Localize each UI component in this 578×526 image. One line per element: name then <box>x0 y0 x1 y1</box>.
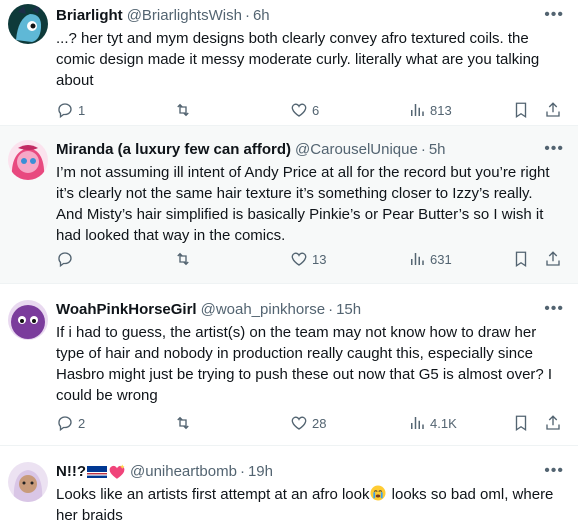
like-button[interactable]: 28 <box>290 414 326 432</box>
more-icon[interactable]: ••• <box>544 300 564 318</box>
view-count: 813 <box>430 102 452 118</box>
tweet-text: ...? her tyt and mym designs both clearl… <box>56 30 540 89</box>
tweet-uniheartbomb[interactable]: N!!? @uniheartbomb · 19h ••• Looks like … <box>0 446 578 525</box>
crying-face-icon <box>370 485 386 501</box>
timestamp[interactable]: 5h <box>429 140 446 160</box>
tweet-woahpinkhorsegirl[interactable]: WoahPinkHorseGirl @woah_pinkhorse · 15h … <box>0 284 578 446</box>
like-button[interactable]: 6 <box>290 101 319 119</box>
timestamp[interactable]: 15h <box>336 300 361 320</box>
share-button[interactable] <box>544 101 562 119</box>
author-name[interactable]: Miranda (a luxury few can afford) <box>56 140 291 160</box>
reply-icon <box>58 252 72 268</box>
sparkling-heart-icon <box>109 464 125 479</box>
reply-button[interactable]: 1 <box>56 101 85 119</box>
avatar[interactable] <box>8 140 48 180</box>
view-count: 4.1K <box>430 415 457 431</box>
retweet-icon <box>177 103 189 117</box>
bookmark-icon <box>515 251 527 268</box>
bookmark-button[interactable] <box>512 414 530 432</box>
author-handle[interactable]: @uniheartbomb <box>130 462 237 482</box>
views-icon <box>411 417 424 429</box>
reply-button[interactable]: 2 <box>56 414 85 432</box>
author-handle[interactable]: @BriarlightsWish <box>127 6 242 26</box>
separator-dot: · <box>244 7 250 24</box>
reply-icon <box>58 416 72 432</box>
separator-dot: · <box>239 463 245 480</box>
separator-dot: · <box>328 301 334 318</box>
tweet-text: Looks like an artists first attempt at a… <box>56 484 562 526</box>
tweet-text-part: Looks like an artists first attempt at a… <box>56 486 370 503</box>
author-handle[interactable]: @CarouselUnique <box>295 140 418 160</box>
reply-button[interactable] <box>56 250 74 268</box>
share-icon <box>546 251 560 266</box>
bookmark-icon <box>515 415 527 432</box>
avatar[interactable] <box>8 4 48 44</box>
tweet-text: If i had to guess, the artist(s) on the … <box>56 324 553 404</box>
cape-verde-flag-icon <box>87 466 107 478</box>
more-icon[interactable]: ••• <box>544 140 564 158</box>
author-name[interactable]: Briarlight <box>56 6 123 26</box>
more-icon[interactable]: ••• <box>544 6 564 24</box>
like-icon <box>291 416 307 430</box>
views-icon <box>411 253 424 265</box>
like-button[interactable]: 13 <box>290 250 326 268</box>
author-handle[interactable]: @woah_pinkhorse <box>201 300 325 320</box>
bookmark-button[interactable] <box>512 250 530 268</box>
retweet-icon <box>177 252 189 266</box>
more-icon[interactable]: ••• <box>544 462 564 480</box>
like-icon <box>291 252 307 266</box>
reply-count: 2 <box>78 415 86 431</box>
retweet-button[interactable] <box>174 101 192 119</box>
tweet-actions: 1 6 813 <box>56 100 562 120</box>
tweet-actions: 13 631 <box>56 249 562 269</box>
retweet-button[interactable] <box>174 414 192 432</box>
views-button[interactable]: 4.1K <box>408 414 457 432</box>
like-count: 28 <box>312 415 327 431</box>
timestamp[interactable]: 19h <box>248 462 273 482</box>
share-icon <box>546 102 560 117</box>
retweet-icon <box>177 416 189 430</box>
share-button[interactable] <box>544 414 562 432</box>
bookmark-button[interactable] <box>512 101 530 119</box>
author-name[interactable]: N!!? <box>56 462 86 482</box>
views-button[interactable]: 813 <box>408 101 452 119</box>
retweet-button[interactable] <box>174 250 192 268</box>
reply-icon <box>58 103 72 119</box>
like-count: 6 <box>312 102 320 118</box>
tweet-briarlight[interactable]: Briarlight @BriarlightsWish · 6h ••• ...… <box>0 0 578 126</box>
views-button[interactable]: 631 <box>408 250 452 268</box>
bookmark-icon <box>515 102 527 119</box>
avatar[interactable] <box>8 462 48 502</box>
view-count: 631 <box>430 251 452 267</box>
like-icon <box>291 103 307 117</box>
tweet-miranda[interactable]: Miranda (a luxury few can afford) @Carou… <box>0 126 578 284</box>
tweet-text: I’m not assuming ill intent of Andy Pric… <box>56 164 550 244</box>
share-button[interactable] <box>544 250 562 268</box>
tweet-actions: 2 28 4.1K <box>56 413 562 433</box>
reply-count: 1 <box>78 102 86 118</box>
share-icon <box>546 415 560 430</box>
avatar[interactable] <box>8 300 48 340</box>
views-icon <box>411 104 424 116</box>
separator-dot: · <box>420 141 426 158</box>
timestamp[interactable]: 6h <box>253 6 270 26</box>
like-count: 13 <box>312 251 327 267</box>
author-name[interactable]: WoahPinkHorseGirl <box>56 300 197 320</box>
